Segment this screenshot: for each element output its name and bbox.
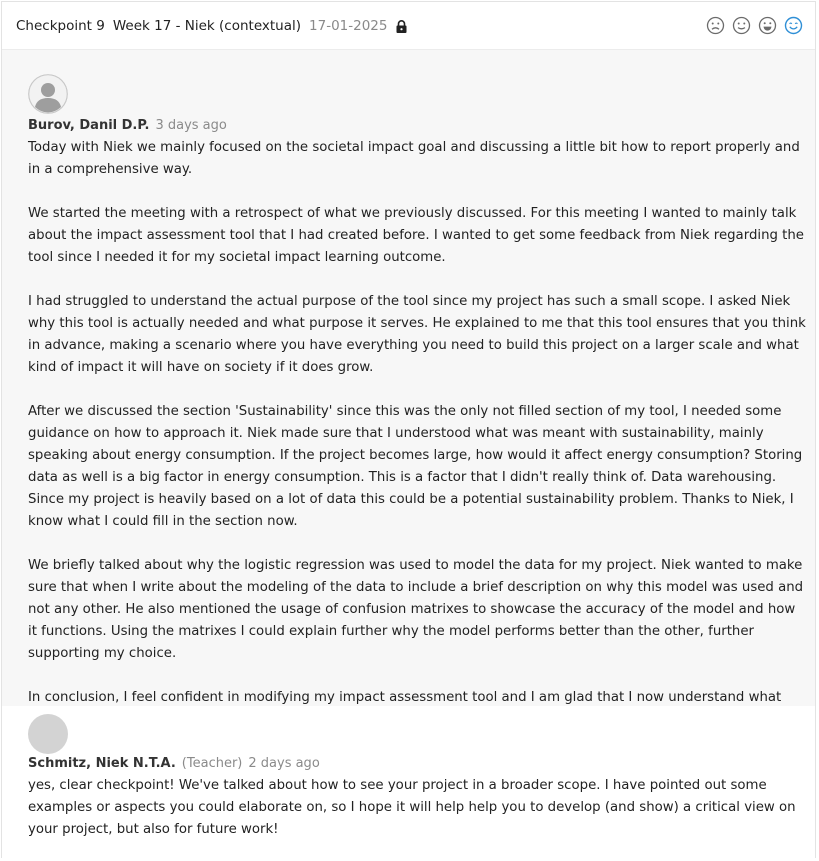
post-paragraph: After we discussed the section 'Sustaina… — [28, 404, 803, 529]
checkpoint-date: 17-01-2025 — [309, 18, 388, 34]
post-time: 3 days ago — [155, 118, 227, 133]
post-paragraph: We briefly talked about why the logistic… — [28, 558, 804, 661]
checkpoint-header: Checkpoint 9 Week 17 - Niek (contextual)… — [2, 2, 815, 50]
checkpoint-label: Checkpoint 9 — [16, 18, 105, 34]
post-time: 2 days ago — [248, 756, 320, 771]
very-happy-face-icon[interactable] — [784, 16, 803, 35]
checkpoint-title: Checkpoint 9 Week 17 - Niek (contextual)… — [16, 17, 407, 35]
post-meta: Burov, Danil D.P. 3 days ago — [28, 118, 227, 133]
week-title: Week 17 - Niek (contextual) — [112, 18, 302, 34]
avatar — [28, 714, 68, 754]
post-paragraph: We started the meeting with a retrospect… — [28, 206, 804, 265]
post-body: yes, clear checkpoint! We've talked abou… — [28, 775, 806, 841]
lock-icon — [396, 19, 407, 33]
post-paragraph: I had struggled to understand the actual… — [28, 294, 806, 375]
happy-face-icon[interactable] — [758, 16, 777, 35]
author-name: Schmitz, Niek N.T.A. — [28, 756, 176, 771]
checkpoint-panel: Checkpoint 9 Week 17 - Niek (contextual)… — [1, 1, 816, 858]
post-body: Today with Niek we mainly focused on the… — [28, 137, 806, 731]
student-post: Burov, Danil D.P. 3 days ago Today with N… — [2, 50, 815, 727]
post-paragraph: yes, clear checkpoint! We've talked abou… — [28, 778, 796, 837]
author-name: Burov, Danil D.P. — [28, 118, 150, 133]
sad-face-icon[interactable] — [706, 16, 725, 35]
mood-selector — [706, 16, 803, 35]
author-role: (Teacher) — [181, 756, 243, 771]
teacher-reply: Schmitz, Niek N.T.A. (Teacher) 2 days ago … — [2, 706, 815, 858]
post-meta: Schmitz, Niek N.T.A. (Teacher) 2 days ago — [28, 756, 320, 771]
post-paragraph: Today with Niek we mainly focused on the… — [28, 140, 800, 177]
avatar — [28, 74, 68, 114]
neutral-face-icon[interactable] — [732, 16, 751, 35]
